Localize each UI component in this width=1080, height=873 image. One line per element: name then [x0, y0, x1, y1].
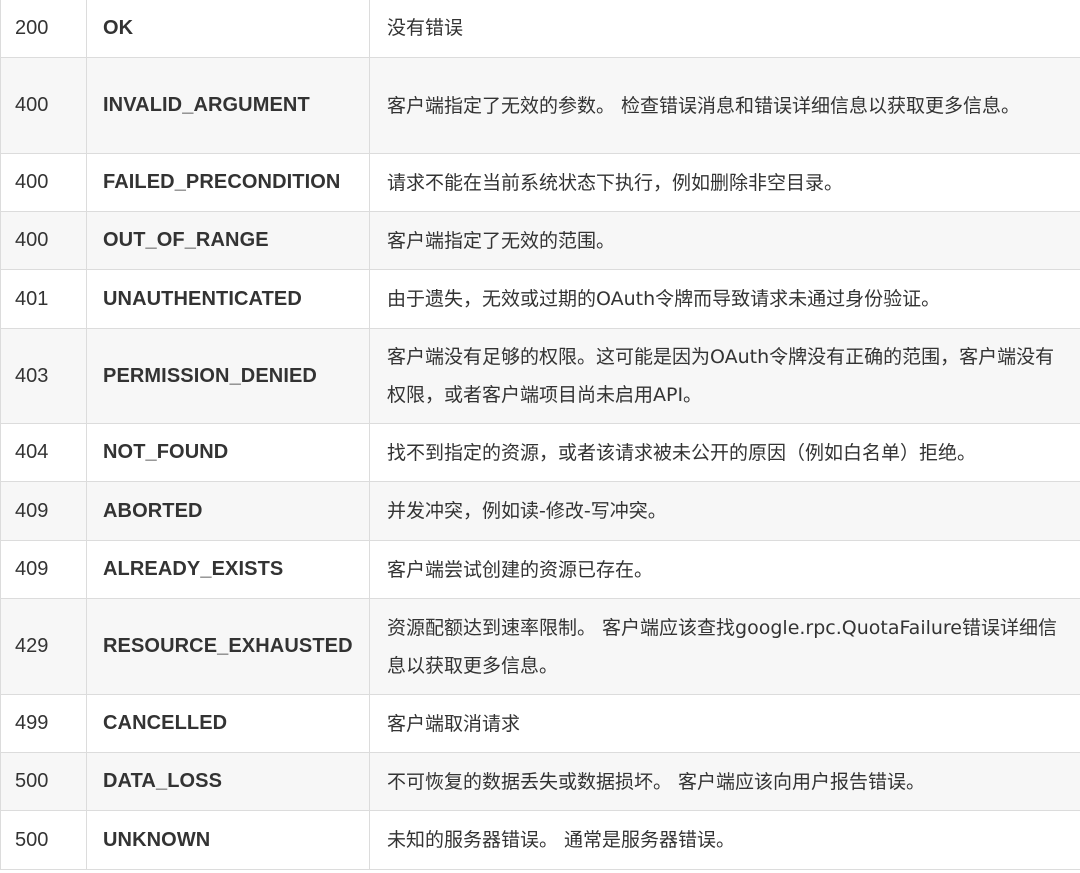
description-cell: 未知的服务器错误。 通常是服务器错误。 [369, 810, 1080, 870]
table-row: 400 OUT_OF_RANGE 客户端指定了无效的范围。 [0, 211, 1080, 270]
description-cell: 请求不能在当前系统状态下执行，例如删除非空目录。 [369, 153, 1080, 212]
error-name-cell: INVALID_ARGUMENT [86, 57, 370, 154]
table-row: 404 NOT_FOUND 找不到指定的资源，或者该请求被未公开的原因（例如白名… [0, 423, 1080, 482]
http-code-cell: 401 [0, 269, 87, 329]
error-name-cell: ABORTED [86, 481, 370, 541]
http-code-cell: 500 [0, 752, 87, 811]
table-row: 500 UNKNOWN 未知的服务器错误。 通常是服务器错误。 [0, 810, 1080, 870]
description-cell: 客户端指定了无效的范围。 [369, 211, 1080, 270]
http-code-cell: 400 [0, 153, 87, 212]
http-code-cell: 200 [0, 0, 87, 58]
http-code-cell: 499 [0, 694, 87, 753]
error-name-cell: UNKNOWN [86, 810, 370, 870]
description-cell: 客户端没有足够的权限。这可能是因为OAuth令牌没有正确的范围，客户端没有权限，… [369, 328, 1080, 424]
description-cell: 资源配额达到速率限制。 客户端应该查找google.rpc.QuotaFailu… [369, 598, 1080, 695]
http-code-cell: 400 [0, 57, 87, 154]
error-name-cell: ALREADY_EXISTS [86, 540, 370, 599]
error-name-cell: OUT_OF_RANGE [86, 211, 370, 270]
table-row: 401 UNAUTHENTICATED 由于遗失，无效或过期的OAuth令牌而导… [0, 269, 1080, 329]
description-cell: 并发冲突，例如读-修改-写冲突。 [369, 481, 1080, 541]
http-code-cell: 500 [0, 810, 87, 870]
table-row: 200 OK 没有错误 [0, 0, 1080, 58]
description-cell: 客户端取消请求 [369, 694, 1080, 753]
description-cell: 由于遗失，无效或过期的OAuth令牌而导致请求未通过身份验证。 [369, 269, 1080, 329]
table-row: 400 FAILED_PRECONDITION 请求不能在当前系统状态下执行，例… [0, 153, 1080, 212]
error-name-cell: DATA_LOSS [86, 752, 370, 811]
description-cell: 客户端尝试创建的资源已存在。 [369, 540, 1080, 599]
http-code-cell: 429 [0, 598, 87, 695]
http-code-cell: 403 [0, 328, 87, 424]
error-code-table: 200 OK 没有错误 400 INVALID_ARGUMENT 客户端指定了无… [0, 0, 1080, 870]
table-row: 499 CANCELLED 客户端取消请求 [0, 694, 1080, 753]
table-row: 403 PERMISSION_DENIED 客户端没有足够的权限。这可能是因为O… [0, 328, 1080, 424]
error-name-cell: NOT_FOUND [86, 423, 370, 482]
description-cell: 没有错误 [369, 0, 1080, 58]
http-code-cell: 404 [0, 423, 87, 482]
error-name-cell: OK [86, 0, 370, 58]
description-cell: 不可恢复的数据丢失或数据损坏。 客户端应该向用户报告错误。 [369, 752, 1080, 811]
http-code-cell: 409 [0, 481, 87, 541]
table-row: 409 ABORTED 并发冲突，例如读-修改-写冲突。 [0, 481, 1080, 541]
error-name-cell: FAILED_PRECONDITION [86, 153, 370, 212]
http-code-cell: 400 [0, 211, 87, 270]
table-row: 429 RESOURCE_EXHAUSTED 资源配额达到速率限制。 客户端应该… [0, 598, 1080, 695]
description-cell: 找不到指定的资源，或者该请求被未公开的原因（例如白名单）拒绝。 [369, 423, 1080, 482]
http-code-cell: 409 [0, 540, 87, 599]
table-row: 409 ALREADY_EXISTS 客户端尝试创建的资源已存在。 [0, 540, 1080, 599]
error-name-cell: RESOURCE_EXHAUSTED [86, 598, 370, 695]
error-name-cell: CANCELLED [86, 694, 370, 753]
error-name-cell: UNAUTHENTICATED [86, 269, 370, 329]
table-row: 500 DATA_LOSS 不可恢复的数据丢失或数据损坏。 客户端应该向用户报告… [0, 752, 1080, 811]
error-name-cell: PERMISSION_DENIED [86, 328, 370, 424]
description-cell: 客户端指定了无效的参数。 检查错误消息和错误详细信息以获取更多信息。 [369, 57, 1080, 154]
table-row: 400 INVALID_ARGUMENT 客户端指定了无效的参数。 检查错误消息… [0, 57, 1080, 154]
